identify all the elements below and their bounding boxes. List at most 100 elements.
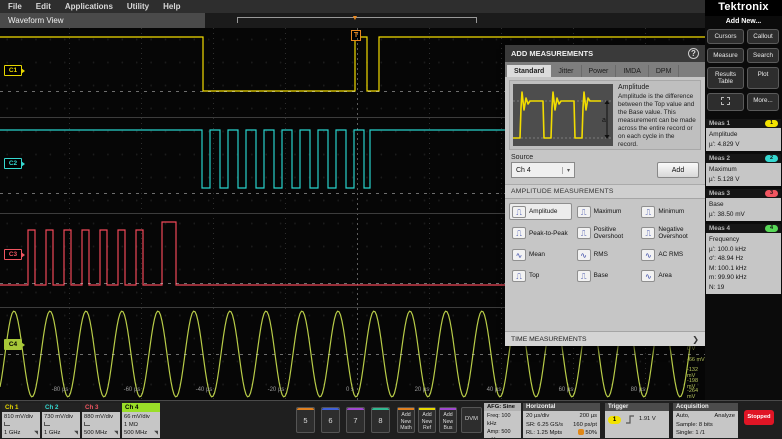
- menu-utility[interactable]: Utility: [127, 2, 149, 11]
- help-icon[interactable]: ?: [688, 48, 699, 59]
- draw-a-box-button[interactable]: [707, 93, 744, 111]
- add-new-label: Add New...: [705, 18, 782, 25]
- measurement-minimum[interactable]: ⎍Minimum: [638, 203, 701, 220]
- meas-4-stddev: σ': 48.94 Hz: [709, 254, 778, 264]
- measurement-maximum[interactable]: ⎍Maximum: [574, 203, 637, 220]
- meas-1-panel[interactable]: Meas 11 Amplitude µ': 4.829 V: [706, 119, 781, 151]
- measurement-ac-rms[interactable]: ∿AC RMS: [638, 246, 701, 263]
- source-label: Source: [511, 154, 705, 161]
- menu-help[interactable]: Help: [163, 2, 180, 11]
- trigger-position-marker-icon[interactable]: ▼: [350, 15, 360, 25]
- time-axis-label: 20 µs: [415, 387, 430, 393]
- digital-channel-7-button[interactable]: 7: [346, 407, 365, 433]
- record-length: RL: 1.25 Mpts: [526, 429, 562, 438]
- measurement-grid: ⎍Amplitude ⎍Maximum ⎍Minimum ⎍Peak-to-Pe…: [505, 199, 705, 284]
- stopped-button[interactable]: Stopped: [744, 410, 774, 425]
- channel-4-badge[interactable]: Ch 4 66 mV/div 1 MΩ 500 MHz◥: [122, 403, 160, 438]
- meas-2-panel[interactable]: Meas 22 Maximum µ': 5.128 V: [706, 154, 781, 186]
- position-indicator-icon: [578, 429, 584, 435]
- minimum-icon: ⎍: [641, 206, 655, 218]
- plot-button[interactable]: Plot: [747, 67, 779, 89]
- afg-panel[interactable]: AFG: Sine Freq: 100 kHz Amp: 500 mVpp Of…: [484, 403, 521, 438]
- add-new-ref-button[interactable]: Add New Ref: [418, 407, 436, 433]
- channel-1-badge[interactable]: Ch 1 810 mV/div 1 GHz◥: [2, 403, 40, 438]
- ground-icon: [84, 422, 90, 426]
- tab-dpm[interactable]: DPM: [649, 65, 680, 77]
- measurement-positive-overshoot[interactable]: ⎍Positive Overshoot: [574, 224, 637, 242]
- measurement-mean[interactable]: ∿Mean: [509, 246, 572, 263]
- measurement-negative-overshoot[interactable]: ⎍Negative Overshoot: [638, 224, 701, 242]
- tektronix-logo: Tektronix: [705, 0, 782, 16]
- amplitude-section-header: AMPLITUDE MEASUREMENTS: [505, 184, 705, 199]
- voltage-axis-label: -66 mV: [687, 357, 705, 363]
- channel-2-badge[interactable]: Ch 2 730 mV/div 1 GHz◥: [42, 403, 80, 438]
- time-axis-label: 60 µs: [559, 387, 574, 393]
- tab-imda[interactable]: IMDA: [616, 65, 649, 77]
- measurement-area[interactable]: ∿Area: [638, 267, 701, 284]
- measurement-rms[interactable]: ∿RMS: [574, 246, 637, 263]
- grid-line-vertical: [501, 28, 502, 400]
- search-button[interactable]: Search: [747, 48, 779, 63]
- more-button[interactable]: More...: [747, 93, 779, 111]
- digital-channel-6-button[interactable]: 6: [321, 407, 340, 433]
- measurement-top[interactable]: ⎍Top: [509, 267, 572, 284]
- dialog-header[interactable]: ADD MEASUREMENTS ?: [505, 45, 705, 62]
- menu-bar: File Edit Applications Utility Help: [0, 0, 705, 13]
- source-dropdown[interactable]: Ch 4 ▾: [511, 162, 575, 178]
- meas-4-type: Frequency: [709, 235, 778, 245]
- positive-overshoot-icon: ⎍: [577, 227, 591, 239]
- measurement-peak-to-peak[interactable]: ⎍Peak-to-Peak: [509, 224, 572, 242]
- digital-channel-8-button[interactable]: 8: [371, 407, 390, 433]
- tab-standard[interactable]: Standard: [507, 65, 551, 77]
- results-table-button[interactable]: Results Table: [707, 67, 744, 89]
- add-new-math-button[interactable]: Add New Math: [397, 407, 415, 433]
- cursors-button[interactable]: Cursors: [707, 29, 744, 44]
- measurement-amplitude[interactable]: ⎍Amplitude: [509, 203, 572, 220]
- trigger-panel[interactable]: Trigger 1 1.91 V: [605, 403, 669, 438]
- callout-button[interactable]: Callout: [747, 29, 779, 44]
- channel-label-c4: C4: [4, 339, 22, 350]
- measure-button[interactable]: Measure: [707, 48, 744, 63]
- ground-reference-line: [0, 354, 705, 355]
- trigger-title: Trigger: [605, 403, 669, 411]
- tab-waveform-view[interactable]: Waveform View: [0, 13, 205, 28]
- meas-4-title: Meas 4: [709, 225, 730, 232]
- time-axis-label: 0 s: [346, 387, 354, 393]
- meas-1-title: Meas 1: [709, 120, 730, 127]
- menu-applications[interactable]: Applications: [65, 2, 113, 11]
- horizontal-scale: 20 µs/div: [526, 412, 549, 421]
- acquisition-title: Acquisition: [673, 403, 738, 411]
- channel-2-scale: 730 mV/div: [44, 413, 78, 421]
- tab-jitter[interactable]: Jitter: [551, 65, 581, 77]
- rising-edge-icon: [625, 415, 635, 424]
- time-axis-label: -20 µs: [268, 387, 285, 393]
- channel-3-badge[interactable]: Ch 3 880 mV/div 500 MHz◥: [82, 403, 120, 438]
- time-measurements-section[interactable]: TIME MEASUREMENTS ❯: [505, 331, 705, 346]
- horizontal-panel[interactable]: Horizontal 20 µs/div200 µs SR: 6.25 GS/s…: [523, 403, 600, 438]
- preview-heading: Amplitude: [618, 84, 696, 91]
- rms-icon: ∿: [577, 249, 591, 261]
- channel-2-label: Ch 2: [42, 403, 80, 412]
- add-button[interactable]: Add: [657, 162, 699, 178]
- peak-to-peak-icon: ⎍: [512, 227, 526, 239]
- acquisition-panel[interactable]: Acquisition Auto,Analyze Sample: 8 bits …: [673, 403, 738, 438]
- area-icon: ∿: [641, 270, 655, 282]
- tab-bar: Waveform View ▼: [0, 13, 705, 28]
- meas-2-badge: 2: [765, 155, 778, 162]
- tab-power[interactable]: Power: [582, 65, 617, 77]
- meas-4-panel[interactable]: Meas 44 Frequency µ': 100.0 kHz σ': 48.9…: [706, 224, 781, 294]
- add-new-bus-button[interactable]: Add New Bus: [439, 407, 457, 433]
- measurement-base[interactable]: ⎍Base: [574, 267, 637, 284]
- base-icon: ⎍: [577, 270, 591, 282]
- ground-icon: [44, 422, 50, 426]
- menu-edit[interactable]: Edit: [36, 2, 51, 11]
- digital-channel-5-button[interactable]: 5: [296, 407, 315, 433]
- menu-file[interactable]: File: [8, 2, 22, 11]
- meas-1-value: µ': 4.829 V: [709, 140, 778, 150]
- probe-icon: ◥: [154, 429, 158, 437]
- dvm-button[interactable]: DVM: [461, 407, 482, 433]
- channel-1-label: Ch 1: [2, 403, 40, 412]
- voltage-axis-label: 0 V: [687, 346, 695, 352]
- trigger-flag-icon[interactable]: T: [351, 30, 361, 41]
- meas-3-panel[interactable]: Meas 33 Base µ': 38.50 mV: [706, 189, 781, 221]
